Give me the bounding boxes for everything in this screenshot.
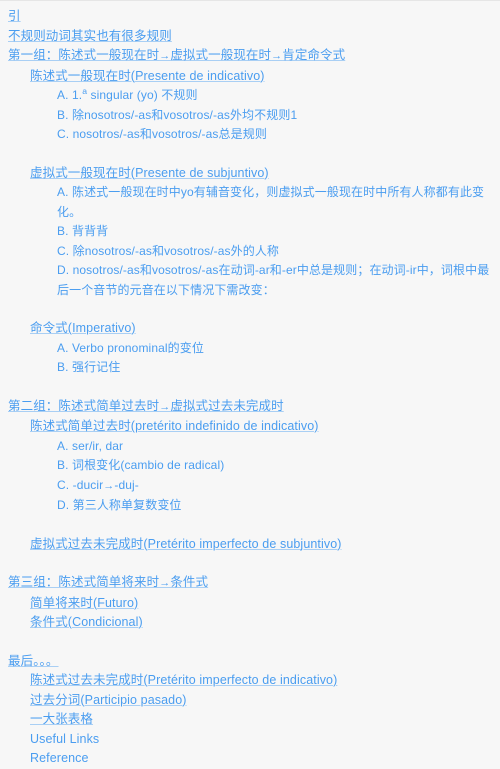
toc-link[interactable]: A. ser/ir, dar bbox=[57, 439, 123, 453]
toc-link[interactable]: Reference bbox=[30, 751, 89, 765]
toc-item-level-2: D. 第三人称单复数变位 bbox=[57, 496, 496, 516]
toc-item-level-2: D. nosotros/-as和vosotros/-as在动词-ar和-er中总… bbox=[57, 261, 496, 300]
toc-item-level-0: 第二组：陈述式简单过去时→虚拟式过去未完成时 bbox=[8, 397, 496, 418]
toc-item-level-0: 引 bbox=[8, 7, 496, 27]
toc-link[interactable]: C. 除nosotros/-as和vosotros/-as外的人称 bbox=[57, 244, 279, 258]
arrow-icon: → bbox=[159, 577, 171, 589]
toc-link[interactable]: A. 1.a singular (yo) 不规则 bbox=[57, 87, 198, 102]
toc-link[interactable]: Useful Links bbox=[30, 732, 99, 746]
toc-item-level-1: 一大张表格 bbox=[30, 710, 496, 730]
toc-link[interactable]: B. 强行记住 bbox=[57, 360, 120, 374]
arrow-icon: → bbox=[159, 50, 171, 62]
toc-link[interactable]: 命令式(Imperativo) bbox=[30, 321, 136, 335]
toc-link[interactable]: 第一组：陈述式一般现在时→虚拟式一般现在时→肯定命令式 bbox=[8, 48, 345, 62]
toc-item-level-2: C. -ducir→-duj- bbox=[57, 476, 496, 497]
toc-item-level-1: Useful Links bbox=[30, 730, 496, 750]
toc-item-level-2: A. ser/ir, dar bbox=[57, 437, 496, 457]
toc-item-level-2: B. 强行记住 bbox=[57, 358, 496, 378]
toc-link[interactable]: B. 词根变化(cambio de radical) bbox=[57, 458, 224, 472]
toc-item-level-0: 第三组：陈述式简单将来时→条件式 bbox=[8, 573, 496, 594]
arrow-icon: → bbox=[271, 50, 283, 62]
toc-link[interactable]: 简单将来时(Futuro) bbox=[30, 596, 138, 610]
arrow-icon: → bbox=[159, 400, 171, 413]
toc-link[interactable]: 虚拟式一般现在时(Presente de subjuntivo) bbox=[30, 166, 269, 180]
toc-item-level-2: C. 除nosotros/-as和vosotros/-as外的人称 bbox=[57, 242, 496, 262]
toc-item-level-1: Reference bbox=[30, 749, 496, 769]
toc-link[interactable]: D. nosotros/-as和vosotros/-as在动词-ar和-er中总… bbox=[57, 263, 489, 297]
toc-link[interactable]: 虚拟式过去未完成时(Pretérito imperfecto de subjun… bbox=[30, 537, 342, 551]
toc-item-level-1: 条件式(Condicional) bbox=[30, 613, 496, 633]
toc-item-level-2: A. 陈述式一般现在时中yo有辅音变化，则虚拟式一般现在时中所有人称都有此变化。 bbox=[57, 183, 496, 222]
toc-item-level-1: 过去分词(Participio pasado) bbox=[30, 691, 496, 711]
toc-item-level-1: 陈述式一般现在时(Presente de indicativo) bbox=[30, 67, 496, 87]
toc-link[interactable]: 陈述式一般现在时(Presente de indicativo) bbox=[30, 69, 265, 83]
toc-link[interactable]: 第三组：陈述式简单将来时→条件式 bbox=[8, 575, 208, 589]
toc-link[interactable]: 过去分词(Participio pasado) bbox=[30, 693, 187, 707]
toc-link[interactable]: A. Verbo pronominal的变位 bbox=[57, 341, 204, 355]
toc-item-level-0: 第一组：陈述式一般现在时→虚拟式一般现在时→肯定命令式 bbox=[8, 46, 496, 67]
toc-item-level-2: B. 词根变化(cambio de radical) bbox=[57, 456, 496, 476]
toc-item-level-1: 陈述式简单过去时(pretérito indefinido de indicat… bbox=[30, 417, 496, 437]
toc-link[interactable]: 一大张表格 bbox=[30, 712, 93, 726]
toc-item-level-2: B. 背背背 bbox=[57, 222, 496, 242]
table-of-contents: 引不规则动词其实也有很多规则第一组：陈述式一般现在时→虚拟式一般现在时→肯定命令… bbox=[0, 1, 500, 769]
toc-link[interactable]: 第二组：陈述式简单过去时→虚拟式过去未完成时 bbox=[8, 399, 284, 413]
toc-link[interactable]: 不规则动词其实也有很多规则 bbox=[8, 29, 172, 43]
toc-link[interactable]: 引 bbox=[8, 9, 21, 23]
toc-item-level-2: C. nosotros/-as和vosotros/-as总是规则 bbox=[57, 125, 496, 145]
toc-link[interactable]: 陈述式过去未完成时(Pretérito imperfecto de indica… bbox=[30, 673, 337, 687]
toc-link[interactable]: C. -ducir→-duj- bbox=[57, 478, 139, 492]
toc-item-level-1: 命令式(Imperativo) bbox=[30, 319, 496, 339]
toc-item-level-0: 最后。。。 bbox=[8, 652, 496, 672]
toc-item-level-2: A. Verbo pronominal的变位 bbox=[57, 339, 496, 359]
toc-link[interactable]: A. 陈述式一般现在时中yo有辅音变化，则虚拟式一般现在时中所有人称都有此变化。 bbox=[57, 185, 484, 219]
arrow-icon: → bbox=[103, 479, 115, 492]
toc-item-level-1: 简单将来时(Futuro) bbox=[30, 594, 496, 614]
toc-link[interactable]: B. 除nosotros/-as和vosotros/-as外均不规则1 bbox=[57, 108, 297, 122]
toc-item-level-2: B. 除nosotros/-as和vosotros/-as外均不规则1 bbox=[57, 106, 496, 126]
toc-link[interactable]: D. 第三人称单复数变位 bbox=[57, 498, 182, 512]
toc-item-level-2: A. 1.a singular (yo) 不规则 bbox=[57, 86, 496, 106]
toc-link[interactable]: 最后。。。 bbox=[8, 654, 59, 668]
toc-link[interactable]: 陈述式简单过去时(pretérito indefinido de indicat… bbox=[30, 419, 319, 433]
toc-item-level-1: 虚拟式一般现在时(Presente de subjuntivo) bbox=[30, 164, 496, 184]
toc-item-level-0: 不规则动词其实也有很多规则 bbox=[8, 27, 496, 47]
toc-link[interactable]: B. 背背背 bbox=[57, 224, 108, 238]
toc-item-level-1: 虚拟式过去未完成时(Pretérito imperfecto de subjun… bbox=[30, 535, 496, 555]
toc-link[interactable]: 条件式(Condicional) bbox=[30, 615, 143, 629]
toc-link[interactable]: C. nosotros/-as和vosotros/-as总是规则 bbox=[57, 127, 267, 141]
